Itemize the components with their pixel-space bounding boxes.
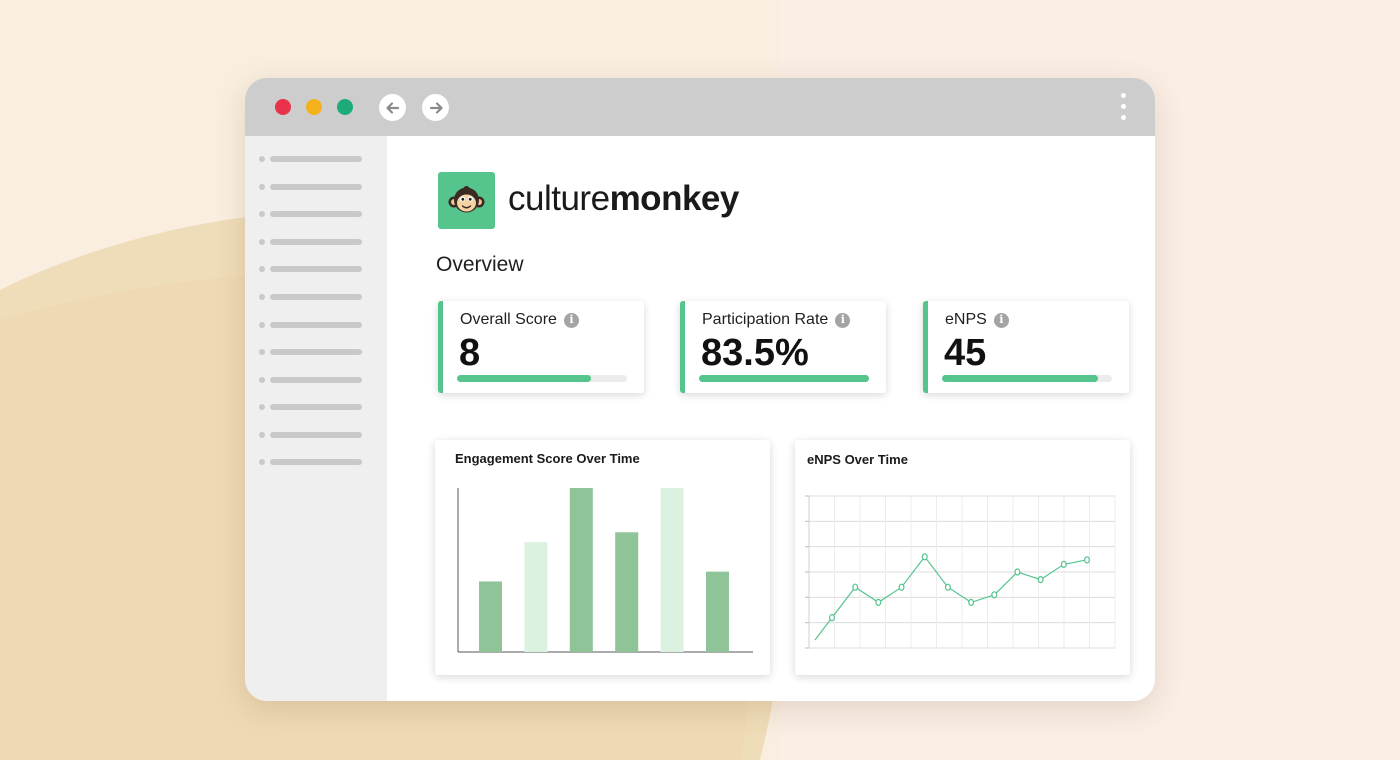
sidebar-item[interactable] bbox=[259, 458, 363, 466]
sidebar-item[interactable] bbox=[259, 348, 363, 356]
sidebar-item[interactable] bbox=[259, 293, 363, 301]
enps-chart-card: eNPS Over Time bbox=[795, 440, 1130, 675]
data-point bbox=[828, 614, 835, 622]
browser-titlebar bbox=[245, 78, 1155, 136]
back-arrow-icon bbox=[385, 101, 399, 114]
data-point bbox=[921, 553, 928, 561]
metric-title-label: Participation Rate bbox=[702, 311, 829, 328]
metric-progress-track bbox=[457, 375, 627, 382]
metric-value: 83.5% bbox=[701, 332, 809, 374]
bar bbox=[660, 488, 684, 652]
metric-card-enps: eNPS i 45 bbox=[923, 301, 1129, 393]
metric-title-label: eNPS bbox=[945, 311, 987, 328]
sidebar-item[interactable] bbox=[259, 403, 363, 411]
data-point bbox=[1084, 556, 1091, 564]
forward-arrow-icon bbox=[429, 101, 443, 114]
metric-title: Participation Rate i bbox=[702, 310, 851, 330]
metric-value: 8 bbox=[459, 332, 481, 374]
bar bbox=[524, 542, 548, 652]
metric-progress-fill bbox=[942, 375, 1099, 382]
maximize-dot[interactable] bbox=[337, 99, 353, 115]
kebab-menu-icon[interactable] bbox=[1119, 93, 1127, 123]
data-point bbox=[898, 583, 905, 591]
close-dot[interactable] bbox=[275, 99, 291, 115]
data-point bbox=[968, 598, 975, 606]
sidebar-item[interactable] bbox=[259, 265, 363, 273]
metric-progress-fill bbox=[699, 375, 869, 382]
bar bbox=[569, 488, 593, 652]
sidebar-item[interactable] bbox=[259, 321, 363, 329]
brand-name-light: culture bbox=[508, 179, 610, 218]
data-point bbox=[944, 583, 951, 591]
data-point bbox=[875, 598, 882, 606]
metric-card-overall-score: Overall Score i 8 bbox=[438, 301, 644, 393]
data-point bbox=[1037, 576, 1044, 584]
page-title: Overview bbox=[436, 253, 524, 276]
sidebar-item[interactable] bbox=[259, 238, 363, 246]
data-point bbox=[852, 583, 859, 591]
enps-line-chart bbox=[805, 495, 1116, 649]
sidebar-item[interactable] bbox=[259, 183, 363, 191]
bar bbox=[479, 581, 502, 652]
metric-value: 45 bbox=[944, 332, 987, 374]
data-point bbox=[1060, 560, 1067, 569]
engagement-bar-chart bbox=[457, 488, 753, 653]
minimize-dot[interactable] bbox=[306, 99, 322, 115]
brand-name: culturemonkey bbox=[508, 177, 739, 221]
sidebar-item[interactable] bbox=[259, 431, 363, 439]
metric-progress-fill bbox=[457, 375, 592, 382]
bar bbox=[706, 571, 729, 652]
info-icon[interactable]: i bbox=[835, 312, 851, 328]
metric-card-participation-rate: Participation Rate i 83.5% bbox=[680, 301, 886, 393]
metric-title-label: Overall Score bbox=[460, 311, 557, 328]
data-point bbox=[991, 591, 998, 599]
browser-window: culturemonkey Overview Overall Score i 8… bbox=[245, 78, 1155, 701]
metric-title: Overall Score i bbox=[460, 310, 579, 330]
data-point bbox=[1014, 568, 1021, 576]
brand-name-bold: monkey bbox=[609, 179, 740, 218]
sidebar-item[interactable] bbox=[259, 155, 363, 163]
info-icon[interactable]: i bbox=[563, 312, 579, 328]
metric-progress-track bbox=[942, 375, 1112, 382]
sidebar-item[interactable] bbox=[259, 376, 363, 384]
sidebar bbox=[245, 136, 387, 701]
series-line bbox=[814, 555, 1088, 641]
forward-button[interactable] bbox=[422, 94, 449, 121]
metric-progress-track bbox=[699, 375, 869, 382]
sidebar-item[interactable] bbox=[259, 210, 363, 218]
bar bbox=[615, 532, 639, 652]
brand-logo bbox=[438, 172, 495, 229]
back-button[interactable] bbox=[379, 94, 406, 121]
info-icon[interactable]: i bbox=[993, 312, 1009, 328]
monkey-face-icon bbox=[448, 186, 485, 213]
metric-title: eNPS i bbox=[945, 310, 1009, 330]
engagement-chart-card: Engagement Score Over Time bbox=[435, 440, 770, 675]
